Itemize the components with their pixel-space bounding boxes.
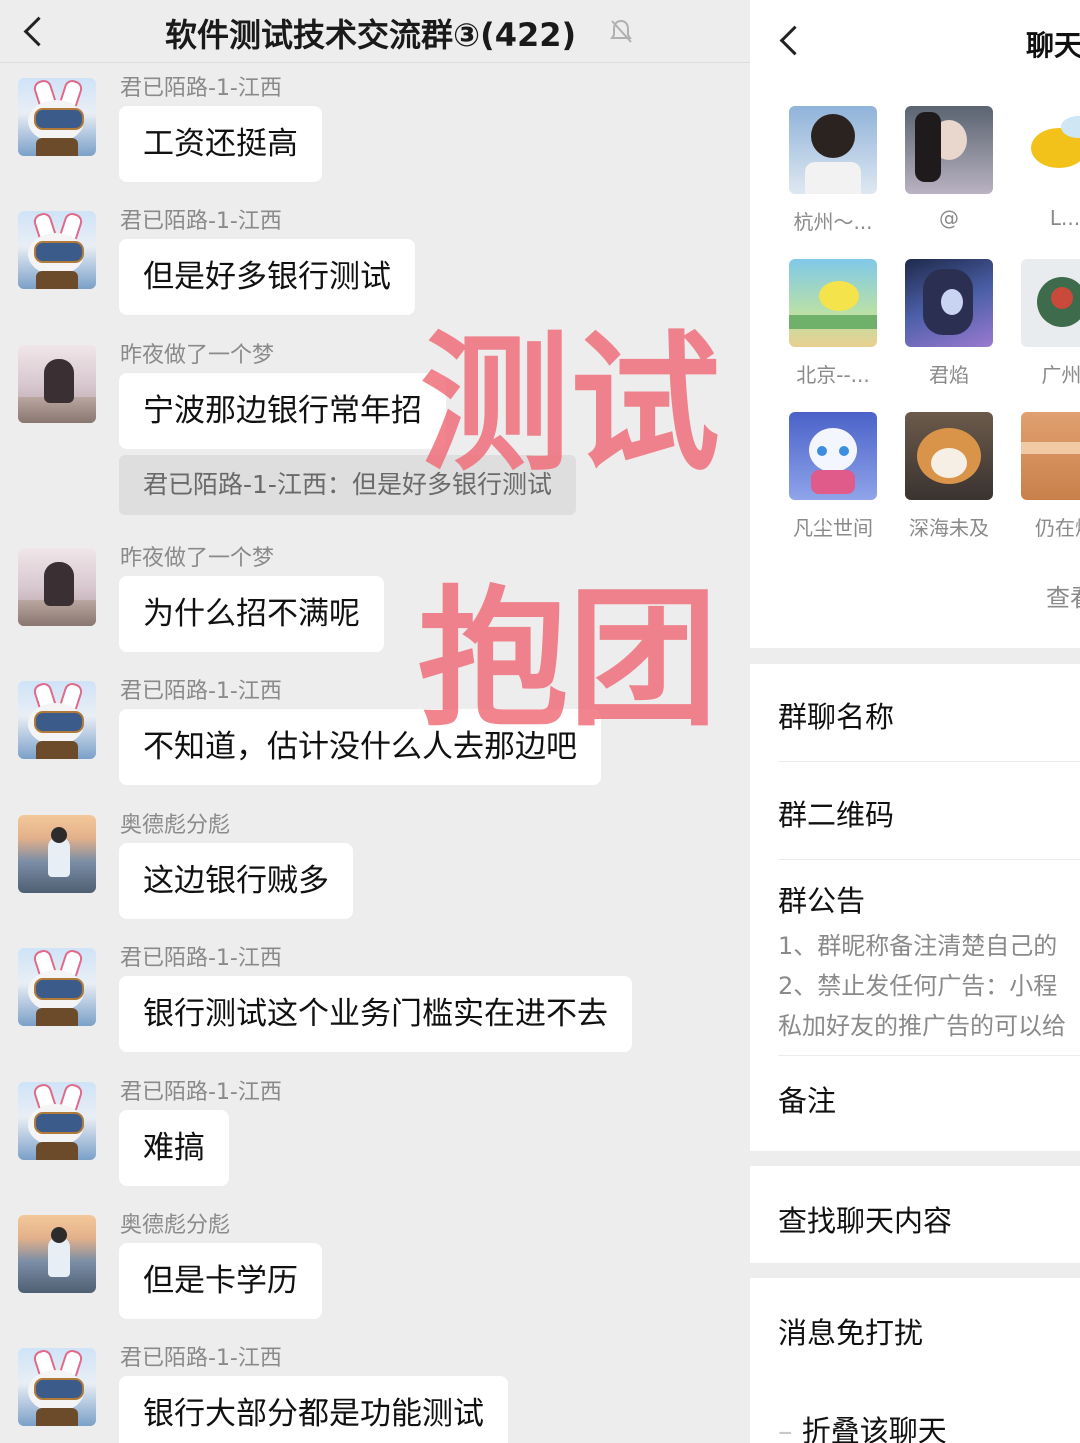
sender-name: 君已陌路-1-江西 <box>120 209 282 234</box>
chat-title: 软件测试技术交流群③(422) <box>165 16 577 54</box>
watermark-text-line1: 测试 <box>420 318 721 492</box>
member-avatar <box>789 259 877 347</box>
girl-in-field-avatar[interactable] <box>18 548 96 626</box>
member-name: @ <box>939 206 959 230</box>
member-tile[interactable]: 广州- <box>1021 259 1080 388</box>
message-bubble[interactable]: 银行测试这个业务门槛实在进不去 <box>119 976 632 1052</box>
member-avatar <box>1021 412 1080 500</box>
member-avatar <box>1021 259 1080 347</box>
member-tile[interactable]: 凡尘世间 <box>789 412 879 541</box>
group-notice-line: 私加好友的推广告的可以给 <box>778 1012 1066 1040</box>
message-bubble[interactable]: 但是好多银行测试 <box>119 239 415 315</box>
mute-label: 消息免打扰 <box>778 1316 924 1350</box>
member-avatar <box>905 259 993 347</box>
group-notice-line: 2、禁止发任何广告：小程 <box>778 972 1058 1000</box>
fold-chat-label: 折叠该聊天 <box>801 1414 947 1443</box>
member-avatar <box>905 412 993 500</box>
back-chevron-icon[interactable] <box>779 25 810 56</box>
message-bubble[interactable]: 难搞 <box>119 1110 229 1186</box>
group-info-panel: 聊天 杭州～... @ L... 北京--... 君焰 广州 凡尘世间 深海未及… <box>750 0 1080 1443</box>
rabbit-goggles-avatar[interactable] <box>18 211 96 289</box>
member-tile[interactable]: 杭州～... <box>789 106 879 235</box>
mountain-person-avatar[interactable] <box>18 815 96 893</box>
member-name: 仍在燃 <box>1035 516 1080 540</box>
chat-header: 软件测试技术交流群③(422) <box>0 0 750 63</box>
message-bubble[interactable]: 宁波那边银行常年招 <box>119 373 446 449</box>
message-bubble[interactable]: 但是卡学历 <box>119 1243 322 1319</box>
message-bubble[interactable]: 这边银行贼多 <box>119 843 353 919</box>
search-chat-label: 查找聊天内容 <box>778 1204 953 1238</box>
remark-label: 备注 <box>778 1084 837 1118</box>
member-tile[interactable]: 深海未及 <box>905 412 995 541</box>
member-tile[interactable]: L... <box>1021 106 1080 230</box>
remark-row[interactable]: 备注 <box>778 1056 1080 1154</box>
sender-name: 君已陌路-1-江西 <box>120 76 282 101</box>
member-name: 杭州～... <box>793 210 873 234</box>
sender-name: 昨夜做了一个梦 <box>120 546 275 571</box>
sender-name: 奥德彪分彪 <box>120 813 231 838</box>
search-chat-row[interactable]: 查找聊天内容 <box>778 1166 1080 1263</box>
rabbit-goggles-avatar[interactable] <box>18 948 96 1026</box>
group-notice-label: 群公告 <box>778 884 866 918</box>
rabbit-goggles-avatar[interactable] <box>18 1348 96 1426</box>
sender-name: 君已陌路-1-江西 <box>120 1080 282 1105</box>
member-tile[interactable]: 仍在燃 <box>1021 412 1080 541</box>
member-tile[interactable]: 君焰 <box>905 259 995 388</box>
member-name: 凡尘世间 <box>793 516 873 540</box>
message-bubble[interactable]: 银行大部分都是功能测试 <box>119 1376 508 1443</box>
mute-bell-icon <box>610 19 632 43</box>
group-qr-label: 群二维码 <box>778 798 895 832</box>
info-title: 聊天 <box>1026 29 1080 62</box>
rabbit-goggles-avatar[interactable] <box>18 78 96 156</box>
member-grid-section: 聊天 杭州～... @ L... 北京--... 君焰 广州 凡尘世间 深海未及… <box>750 0 1080 648</box>
fold-chat-row[interactable]: – 折叠该聊天 <box>778 1408 947 1443</box>
dash-icon: – <box>778 1414 802 1443</box>
sender-name: 昨夜做了一个梦 <box>120 343 275 368</box>
message-bubble[interactable]: 工资还挺高 <box>119 106 322 182</box>
watermark-text-line2: 抱团 <box>418 573 719 747</box>
member-name: 君焰 <box>929 363 969 387</box>
member-name: 深海未及 <box>909 516 989 540</box>
search-section: 查找聊天内容 <box>750 1166 1080 1263</box>
sender-name: 君已陌路-1-江西 <box>120 1346 282 1371</box>
mute-row[interactable]: 消息免打扰 <box>778 1278 1080 1375</box>
mountain-person-avatar[interactable] <box>18 1215 96 1293</box>
member-avatar <box>1021 106 1080 194</box>
member-tile[interactable]: 北京--... <box>789 259 879 388</box>
view-more-members-link[interactable]: 查看 <box>1046 578 1080 613</box>
member-avatar <box>789 106 877 194</box>
group-settings-section: 群聊名称 群二维码 群公告 备注 1、群昵称备注清楚自己的 2、禁止发任何广告：… <box>750 664 1080 1154</box>
member-avatar <box>905 106 993 194</box>
member-name: 广州- <box>1041 363 1080 387</box>
group-name-row[interactable]: 群聊名称 <box>778 664 1080 762</box>
rabbit-goggles-avatar[interactable] <box>18 1082 96 1160</box>
group-notice-line: 1、群昵称备注清楚自己的 <box>778 932 1058 960</box>
sender-name: 君已陌路-1-江西 <box>120 946 282 971</box>
sender-name: 君已陌路-1-江西 <box>120 679 282 704</box>
member-name: 北京--... <box>796 363 870 387</box>
back-chevron-icon[interactable] <box>23 16 54 47</box>
message-bubble[interactable]: 为什么招不满呢 <box>119 576 384 652</box>
rabbit-goggles-avatar[interactable] <box>18 681 96 759</box>
group-name-label: 群聊名称 <box>778 700 895 734</box>
member-avatar <box>789 412 877 500</box>
member-tile[interactable]: @ <box>905 106 995 230</box>
sender-name: 奥德彪分彪 <box>120 1213 231 1238</box>
group-qr-row[interactable]: 群二维码 <box>778 762 1080 860</box>
girl-in-field-avatar[interactable] <box>18 345 96 423</box>
member-name: L... <box>1049 206 1080 230</box>
